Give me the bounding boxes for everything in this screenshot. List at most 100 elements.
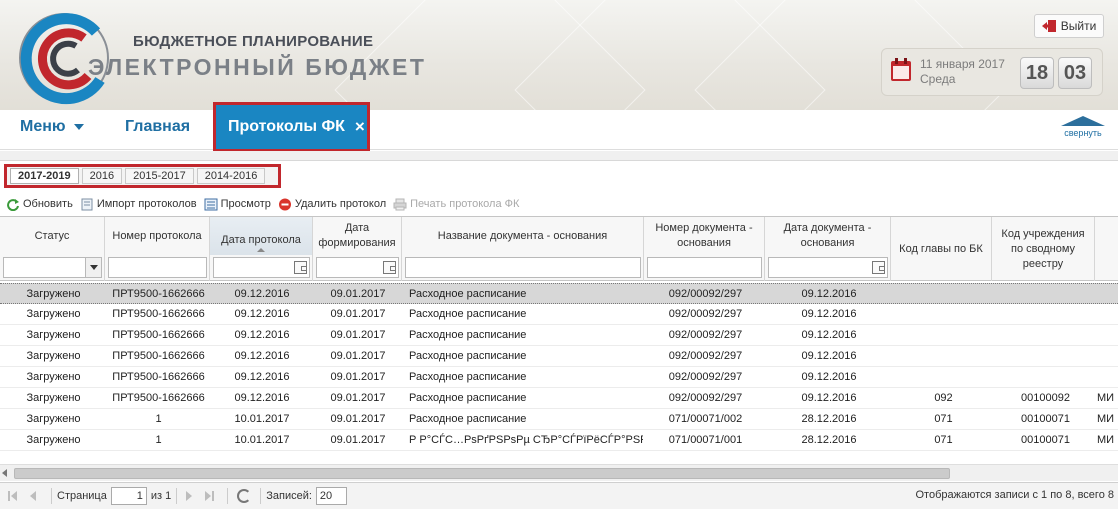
tab-label: Протоколы ФК — [228, 118, 345, 135]
protocol-date-filter[interactable] — [213, 257, 310, 278]
table-cell — [1097, 304, 1118, 324]
next-page-icon[interactable] — [182, 490, 196, 502]
table-cell: ПРТ9500-1662666 — [112, 288, 205, 300]
column-basis-doc-date[interactable]: Дата документа - основания — [765, 217, 891, 281]
print-label: Печать протокола ФК — [410, 198, 520, 210]
table-cell — [893, 346, 994, 366]
import-button[interactable]: Импорт протоколов — [80, 198, 197, 211]
table-cell: 09.01.2017 — [330, 308, 386, 320]
scroll-left-icon[interactable] — [2, 469, 7, 477]
table-row[interactable]: Загружено ПРТ9500-1662666 09.12.2016 09.01.… — [0, 325, 1118, 346]
column-institution-code[interactable]: Код учреждения по сводному реестру — [992, 217, 1095, 281]
table-cell: 09.01.2017 — [330, 434, 386, 446]
table-cell: 09.12.2016 — [801, 308, 857, 320]
logout-button[interactable]: Выйти — [1034, 14, 1104, 38]
year-tab-2016[interactable]: 2016 — [81, 168, 123, 184]
horizontal-scrollbar[interactable] — [0, 464, 1118, 481]
column-basis-doc-name[interactable]: Название документа - основания — [402, 217, 644, 281]
records-per-page-input[interactable]: 20 — [315, 487, 347, 505]
column-header-label: Статус — [34, 229, 70, 242]
basis-doc-number-filter[interactable] — [647, 257, 762, 278]
page-input[interactable]: 1 — [110, 487, 147, 505]
column-basis-doc-number[interactable]: Номер документа - основания — [644, 217, 765, 281]
page-label: Страница — [57, 490, 107, 502]
menu-dropdown[interactable]: Меню — [20, 118, 84, 136]
table-cell: Р Р°СЃС…РѕРґРЅРѕРµ СЂР°СЃРїРёСЃР°РЅРёРµ — [409, 434, 643, 446]
print-button[interactable]: Печать протокола ФК — [393, 198, 519, 211]
records-label: Записей: — [266, 490, 312, 502]
close-icon[interactable]: × — [355, 117, 365, 137]
column-status[interactable]: Статус — [0, 217, 105, 281]
table-cell — [994, 284, 1097, 304]
table-cell: 092/00092/297 — [668, 392, 743, 404]
table-row[interactable]: Загружено ПРТ9500-1662666 09.12.2016 09.01.… — [0, 346, 1118, 367]
table-cell: 09.12.2016 — [234, 350, 290, 362]
year-tab-2017-2019[interactable]: 2017-2019 — [10, 168, 79, 184]
year-tab-2014-2016[interactable]: 2014-2016 — [196, 168, 266, 184]
table-cell: 09.01.2017 — [330, 371, 386, 383]
table-cell: Загружено — [26, 350, 81, 362]
date-picker-icon[interactable] — [294, 261, 307, 274]
column-header-label: Дата документа - основания — [783, 222, 872, 249]
table-row[interactable]: Загружено ПРТ9500-1662666 09.12.2016 09.01.… — [0, 283, 1118, 304]
table-cell — [893, 284, 994, 304]
year-tab-2015-2017[interactable]: 2015-2017 — [125, 168, 194, 184]
calendar-icon — [891, 58, 911, 81]
table-cell: 071 — [934, 413, 953, 425]
status-filter-select[interactable] — [3, 257, 102, 278]
date-picker-icon[interactable] — [383, 261, 396, 274]
collapse-icon — [1061, 116, 1105, 126]
table-row[interactable]: Загружено 1 10.01.2017 09.01.2017 Расходное … — [0, 409, 1118, 430]
table-cell: 071/00071/002 — [668, 413, 743, 425]
table-cell: 09.12.2016 — [234, 392, 290, 404]
refresh-button[interactable]: Обновить — [6, 198, 73, 211]
table-cell: 10.01.2017 — [234, 413, 290, 425]
delete-button[interactable]: Удалить протокол — [278, 198, 386, 211]
tab-protocols-fk[interactable]: Протоколы ФК × — [213, 102, 370, 152]
table-cell: 00100092 — [1021, 392, 1070, 404]
scrollbar-thumb[interactable] — [14, 468, 950, 479]
clock-hours: 18 — [1020, 57, 1054, 89]
table-cell: ПРТ9500-1662666 — [112, 350, 205, 362]
table-cell: 09.12.2016 — [234, 371, 290, 383]
table-cell: Расходное расписание — [409, 413, 527, 425]
formation-date-filter[interactable] — [316, 257, 399, 278]
table-cell: Расходное расписание — [409, 308, 527, 320]
protocol-number-filter[interactable] — [108, 257, 207, 278]
date-picker-icon[interactable] — [872, 261, 885, 274]
column-extra[interactable] — [1095, 217, 1118, 281]
column-header-label — [1095, 217, 1118, 281]
chevron-down-icon[interactable] — [85, 258, 101, 277]
table-row[interactable]: Загружено ПРТ9500-1662666 09.12.2016 09.01.… — [0, 304, 1118, 325]
table-cell — [1097, 367, 1118, 387]
column-formation-date[interactable]: Дата формирования — [313, 217, 402, 281]
logout-label: Выйти — [1060, 19, 1097, 33]
basis-doc-date-filter[interactable] — [768, 257, 888, 278]
column-protocol-number[interactable]: Номер протокола — [105, 217, 210, 281]
refresh-icon[interactable] — [237, 489, 252, 503]
table-row[interactable]: Загружено ПРТ9500-1662666 09.12.2016 09.01.… — [0, 388, 1118, 409]
table-cell: 092/00092/297 — [668, 350, 743, 362]
first-page-icon[interactable] — [6, 490, 20, 502]
nav-home-link[interactable]: Главная — [125, 118, 190, 136]
table-cell: 09.01.2017 — [330, 413, 386, 425]
view-button[interactable]: Просмотр — [204, 198, 271, 211]
view-icon — [204, 198, 218, 210]
refresh-icon — [7, 198, 19, 211]
collapse-header-button[interactable]: свернуть — [1060, 116, 1106, 138]
last-page-icon[interactable] — [202, 490, 216, 502]
table-cell: Загружено — [26, 329, 81, 341]
table-row[interactable]: Загружено 1 10.01.2017 09.01.2017 Р Р°СЃС…Рѕ… — [0, 430, 1118, 451]
table-cell: 092/00092/297 — [668, 288, 743, 300]
table-cell: 09.01.2017 — [330, 288, 386, 300]
basis-doc-name-filter[interactable] — [405, 257, 641, 278]
table-row[interactable]: Загружено ПРТ9500-1662666 09.12.2016 09.01.… — [0, 367, 1118, 388]
prev-page-icon[interactable] — [26, 490, 40, 502]
delete-icon — [278, 198, 291, 210]
column-protocol-date[interactable]: Дата протокола — [210, 217, 313, 281]
column-header-label: Номер протокола — [112, 229, 202, 242]
column-chapter-code[interactable]: Код главы по БК — [891, 217, 992, 281]
divider — [260, 488, 262, 504]
table-cell: 28.12.2016 — [801, 413, 857, 425]
table-cell: Расходное расписание — [409, 329, 527, 341]
